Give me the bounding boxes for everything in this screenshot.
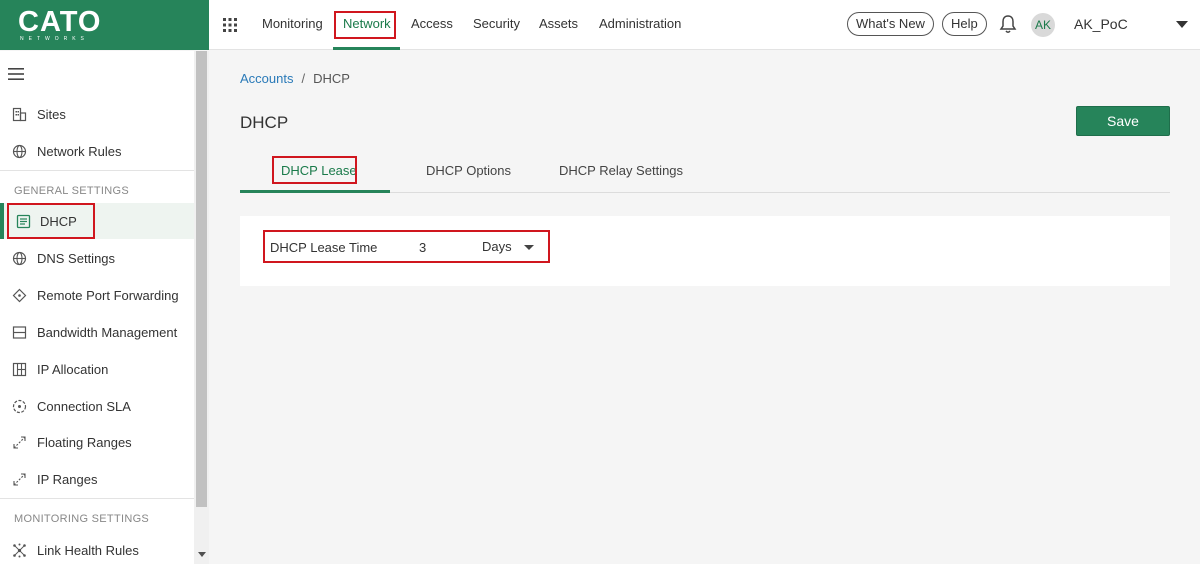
sidebar-item-sites[interactable]: Sites (0, 96, 194, 132)
diamond-icon (12, 288, 27, 303)
nav-monitoring[interactable]: Monitoring (262, 16, 323, 31)
app-grid-icon[interactable] (223, 18, 237, 32)
page-title: DHCP (240, 113, 289, 132)
nav-assets[interactable]: Assets (539, 16, 578, 31)
sidebar-divider (0, 498, 194, 499)
nav-security[interactable]: Security (473, 16, 520, 31)
sidebar-item-connection-sla[interactable]: Connection SLA (0, 388, 194, 424)
account-dropdown-icon[interactable] (1176, 21, 1188, 28)
sidebar-item-bandwidth-management[interactable]: Bandwidth Management (0, 314, 194, 350)
gauge-icon (12, 399, 27, 414)
breadcrumb-separator: / (301, 71, 306, 86)
hamburger-menu-icon[interactable] (8, 68, 24, 80)
top-bar: CATO NETWORKS Monitoring Network Access … (0, 0, 1200, 50)
globe-icon (12, 251, 27, 266)
highlight-box-dhcp (7, 203, 95, 239)
breadcrumb-accounts-link[interactable]: Accounts (240, 71, 293, 86)
sidebar-divider (0, 170, 194, 171)
account-name[interactable]: AK_PoC (1074, 16, 1128, 32)
sidebar-item-link-health-rules[interactable]: Link Health Rules (0, 532, 194, 564)
sidebar-item-label: Connection SLA (37, 399, 131, 414)
highlight-box-lease-time (263, 230, 550, 263)
nav-access[interactable]: Access (411, 16, 453, 31)
network-nodes-icon (13, 543, 26, 558)
sidebar-item-label: IP Ranges (37, 472, 98, 487)
nav-active-indicator (333, 47, 400, 50)
layers-icon (12, 326, 27, 339)
sidebar-scroll-thumb[interactable] (196, 51, 207, 507)
highlight-box-network (334, 11, 396, 39)
bell-icon[interactable] (998, 14, 1018, 34)
sidebar-item-ip-allocation[interactable]: IP Allocation (0, 351, 194, 387)
tab-dhcp-relay-settings[interactable]: DHCP Relay Settings (559, 163, 683, 178)
cato-logo[interactable]: CATO NETWORKS (0, 0, 209, 50)
sidebar-item-label: Remote Port Forwarding (37, 288, 179, 303)
sidebar-active-indicator (0, 203, 4, 239)
whats-new-button[interactable]: What's New (847, 12, 934, 36)
section-monitoring-settings: MONITORING SETTINGS (14, 513, 150, 525)
sidebar-item-label: Sites (37, 107, 66, 122)
save-button[interactable]: Save (1076, 106, 1170, 136)
sidebar-item-floating-ranges[interactable]: Floating Ranges (0, 424, 194, 460)
tab-dhcp-options[interactable]: DHCP Options (426, 163, 511, 178)
tab-active-indicator (240, 190, 390, 193)
section-general-settings: GENERAL SETTINGS (14, 185, 130, 197)
logo-subtitle: NETWORKS (20, 36, 89, 42)
sidebar-item-remote-port-forwarding[interactable]: Remote Port Forwarding (0, 277, 194, 313)
sidebar-item-label: Link Health Rules (37, 543, 139, 558)
expand-arrows-icon (13, 473, 26, 486)
sidebar-item-network-rules[interactable]: Network Rules (0, 133, 194, 169)
building-icon (12, 107, 27, 122)
help-button[interactable]: Help (942, 12, 987, 36)
sidebar-item-label: Floating Ranges (37, 435, 132, 450)
scroll-down-arrow-icon[interactable] (198, 552, 206, 557)
grid-table-icon (12, 362, 27, 377)
expand-arrows-icon (13, 436, 26, 449)
user-avatar[interactable]: AK (1031, 13, 1055, 37)
sidebar-item-label: DNS Settings (37, 251, 116, 266)
sidebar-item-ip-ranges[interactable]: IP Ranges (0, 461, 194, 497)
breadcrumb-current: DHCP (313, 71, 350, 86)
globe-icon (12, 144, 27, 159)
logo-wordmark: CATO (18, 6, 102, 38)
highlight-box-dhcp-lease-tab (272, 156, 357, 184)
breadcrumb: Accounts / DHCP (240, 71, 350, 86)
sidebar-item-label: IP Allocation (37, 362, 109, 377)
sidebar-item-label: Bandwidth Management (37, 325, 178, 340)
sidebar-item-label: Network Rules (37, 144, 122, 159)
nav-administration[interactable]: Administration (599, 16, 681, 31)
sidebar-item-dns-settings[interactable]: DNS Settings (0, 240, 194, 276)
